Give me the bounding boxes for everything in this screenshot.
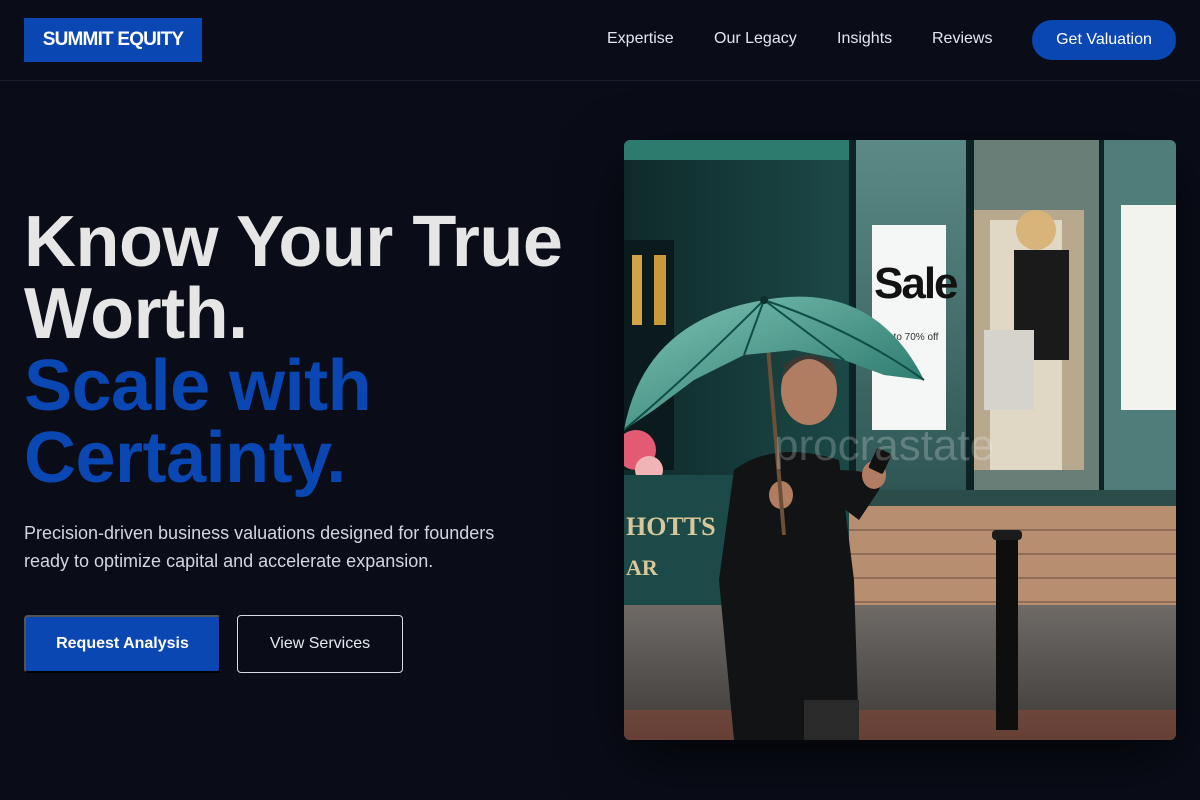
photo-watermark: procrastate [774,421,994,470]
hero-subtitle-line-2: ready to optimize capital and accelerate… [24,551,434,571]
page: SUMMIT EQUITY Expertise Our Legacy Insig… [0,0,1200,800]
hero-photo-illustration: HOTTS AR Sale Up to 70% off procrastate [624,140,1176,740]
request-analysis-button[interactable]: Request Analysis [24,615,221,673]
nav-link-insights[interactable]: Insights [837,29,892,49]
get-valuation-button[interactable]: Get Valuation [1032,20,1176,60]
hero-accent-line-2: Certainty. [24,418,346,498]
view-services-button[interactable]: View Services [237,615,403,673]
sale-poster-text: Sale [874,259,957,308]
shop-sign-text-2: AR [626,555,659,580]
shop-sign-text: HOTTS [626,512,716,541]
nav-link-reviews[interactable]: Reviews [932,29,992,49]
nav-link-our-legacy[interactable]: Our Legacy [714,29,797,49]
site-header: SUMMIT EQUITY Expertise Our Legacy Insig… [0,0,1200,81]
hero-subtitle-line-1: Precision-driven business valuations des… [24,523,495,543]
hero-title: Know Your True Worth. Scale with Certain… [24,206,604,494]
hero-photo: HOTTS AR Sale Up to 70% off procrastate [624,140,1176,740]
hero-title-line-2: Worth. [24,274,248,354]
main-nav: Expertise Our Legacy Insights Reviews [0,0,1200,80]
hero-title-line-1: Know Your True [24,202,563,282]
hero-accent-line-1: Scale with [24,346,372,426]
hero-subtitle: Precision-driven business valuations des… [24,519,524,575]
nav-link-expertise[interactable]: Expertise [607,29,674,49]
